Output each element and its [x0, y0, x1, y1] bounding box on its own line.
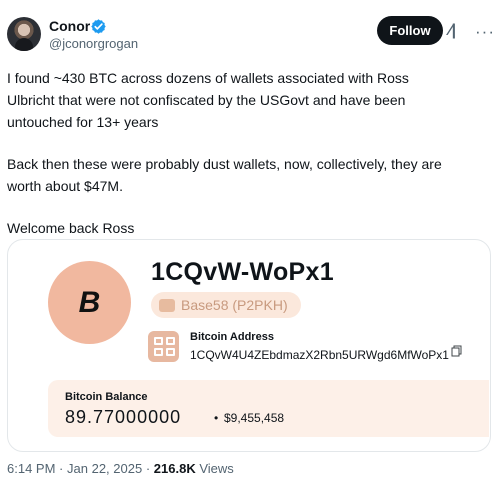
- bitcoin-address-value: 1CQvW4U4ZEbdmazX2Rbn5URWgd6MfWoPx1: [190, 348, 449, 362]
- bitcoin-coin-icon: B: [48, 261, 131, 344]
- copy-icon[interactable]: [451, 345, 462, 357]
- bitcoin-symbol: B: [78, 285, 101, 319]
- follow-button[interactable]: Follow: [377, 16, 443, 45]
- meta-separator: ·: [59, 461, 64, 476]
- qr-code-icon[interactable]: [148, 331, 179, 362]
- balance-separator: •: [214, 411, 219, 425]
- tweet-date[interactable]: Jan 22, 2025: [67, 461, 142, 476]
- wallet-icon: [159, 298, 175, 312]
- tweet-line: Welcome back Ross: [7, 220, 135, 236]
- short-address: 1CQvW-WoPx1: [151, 258, 334, 286]
- balance-panel: Bitcoin Balance 89.77000000 • $9,455,458: [48, 380, 489, 437]
- profile-avatar[interactable]: [7, 17, 41, 51]
- more-options-icon[interactable]: ···: [475, 22, 494, 41]
- tweet-line: Back then these were probably dust walle…: [7, 156, 442, 172]
- display-name[interactable]: Conor: [49, 18, 90, 34]
- encoding-badge-label: Base58 (P2PKH): [181, 297, 288, 313]
- views-label: Views: [199, 461, 234, 476]
- meta-separator: ·: [145, 461, 151, 476]
- tweet-line: untouched for 13+ years: [7, 114, 159, 130]
- tweet-header: Conor @jconorgrogan Follow ⁄| ···: [0, 0, 500, 60]
- usd-balance-value: $9,455,458: [224, 411, 285, 425]
- bitcoin-wallet-card[interactable]: B 1CQvW-WoPx1 Base58 (P2PKH) Bitcoin Add…: [7, 239, 491, 452]
- tweet-line: Ulbricht that were not confiscated by th…: [7, 92, 406, 108]
- tweet-line: worth about $47M.: [7, 178, 123, 194]
- tweet-meta: 6:14 PM · Jan 22, 2025 · 216.8K Views: [7, 461, 234, 476]
- tweet-time[interactable]: 6:14 PM: [7, 461, 55, 476]
- tweet-text: I found ~430 BTC across dozens of wallet…: [7, 67, 492, 239]
- encoding-badge: Base58 (P2PKH): [151, 292, 301, 318]
- address-label: Bitcoin Address: [190, 331, 274, 343]
- verified-badge-icon: [91, 19, 106, 34]
- btc-balance-value: 89.77000000: [65, 407, 182, 427]
- tweet-line: I found ~430 BTC across dozens of wallet…: [7, 70, 409, 86]
- balance-label: Bitcoin Balance: [65, 391, 148, 403]
- grok-icon[interactable]: ⁄|: [449, 22, 467, 40]
- user-handle[interactable]: @jconorgrogan: [49, 36, 138, 51]
- views-count: 216.8K: [153, 461, 196, 476]
